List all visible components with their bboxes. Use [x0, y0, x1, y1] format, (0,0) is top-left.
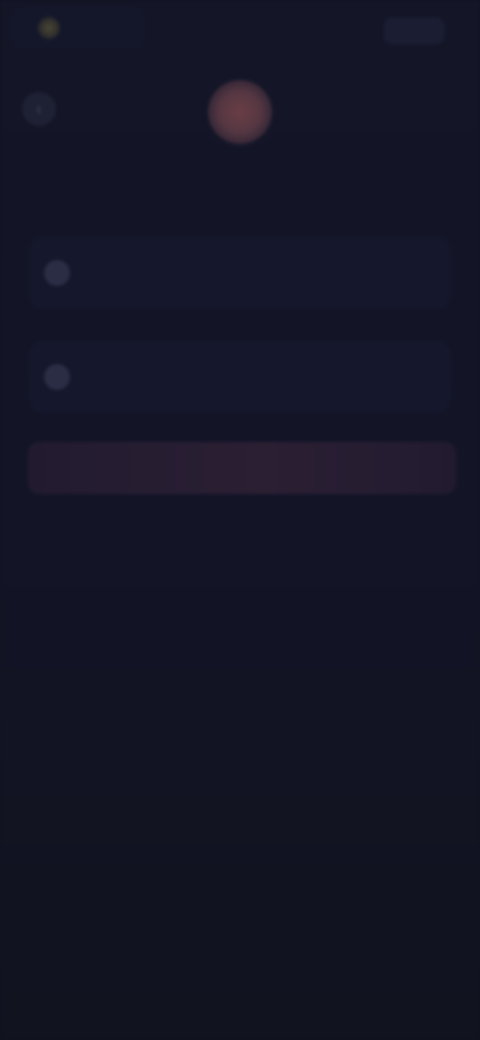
- brand-logo[interactable]: [12, 8, 144, 48]
- top-right-button[interactable]: [384, 18, 444, 44]
- option-row[interactable]: [30, 342, 450, 412]
- option-icon: [44, 260, 70, 286]
- back-button[interactable]: ‹: [22, 92, 56, 126]
- chevron-left-icon: ‹: [36, 99, 42, 119]
- hero-avatar: [208, 80, 272, 144]
- option-row[interactable]: [30, 238, 450, 308]
- top-bar: [0, 0, 480, 64]
- option-icon: [44, 364, 70, 390]
- brand-icon: [38, 17, 60, 39]
- primary-button[interactable]: [28, 442, 456, 494]
- app-screen: ‹: [0, 0, 480, 1040]
